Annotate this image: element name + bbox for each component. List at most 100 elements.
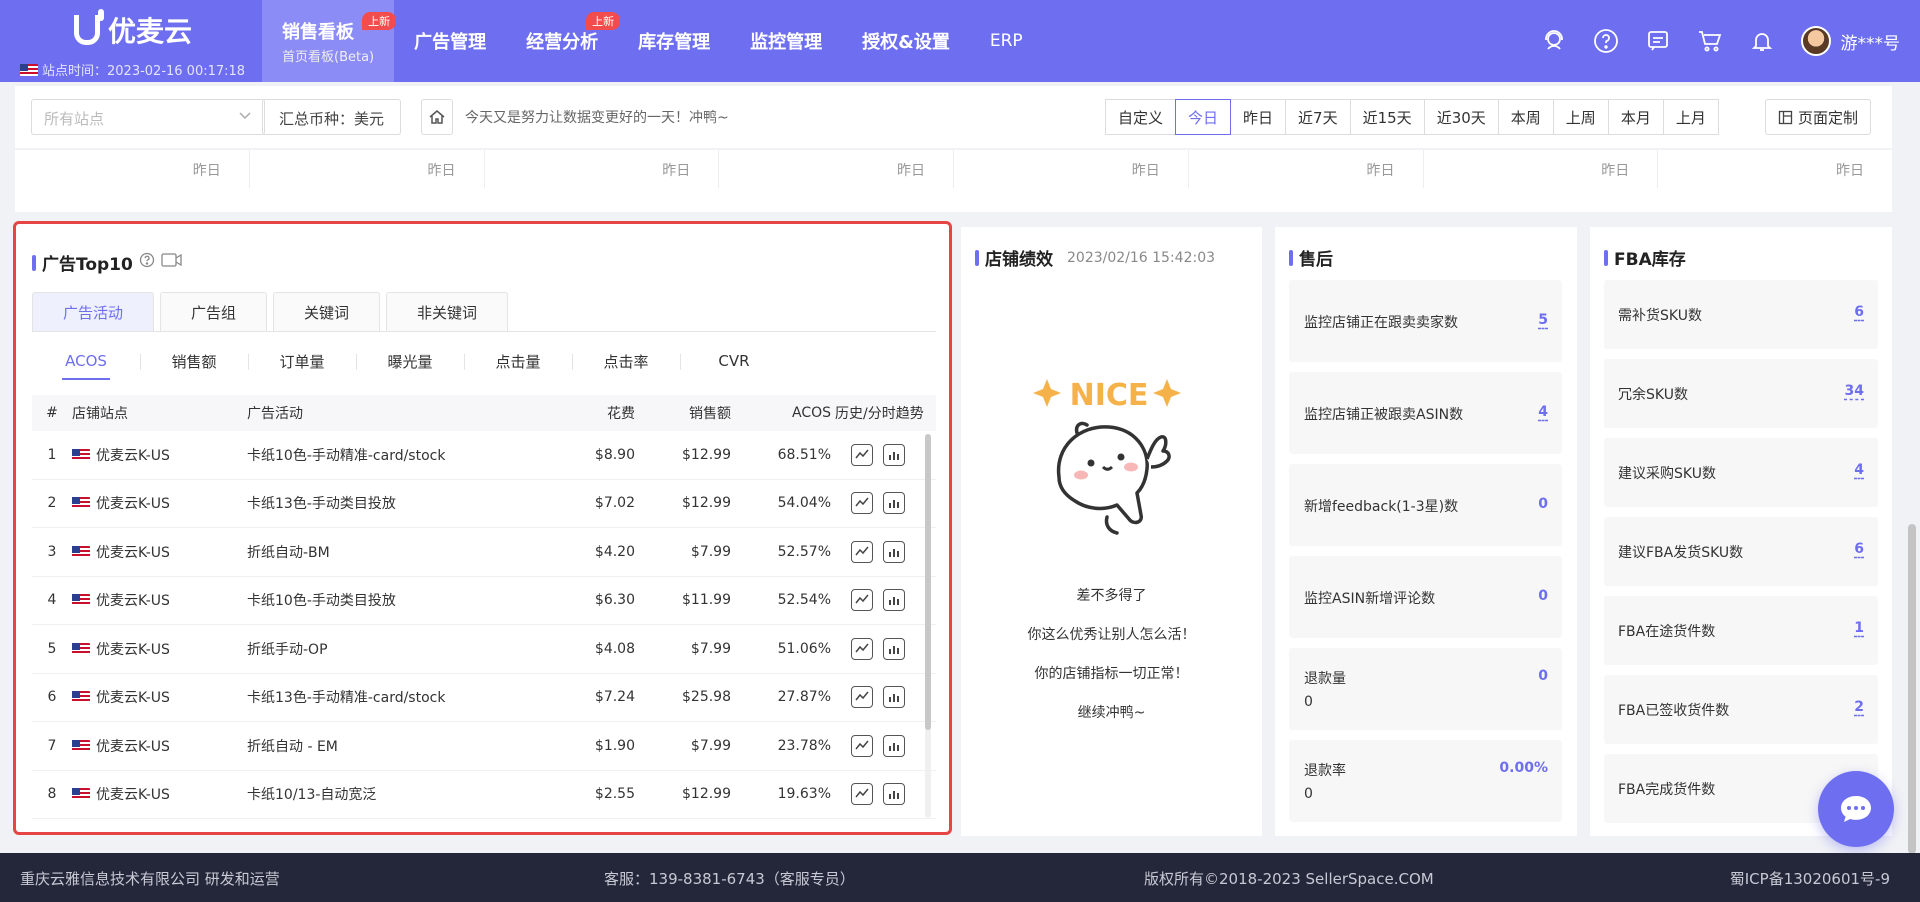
nav-sales-board[interactable]: 销售看板 首页看板(Beta) 上新	[262, 0, 397, 82]
footer-icp[interactable]: 蜀ICP备13020601号-9	[1730, 868, 1890, 889]
bar-chart-icon[interactable]	[883, 686, 905, 709]
currency-selector[interactable]: 汇总币种：美元	[262, 99, 402, 135]
after-sales-card[interactable]: 新增feedback(1-3星)数 0	[1289, 464, 1562, 546]
row-campaign[interactable]: 卡纸10色-手动类目投放	[247, 590, 547, 610]
table-row[interactable]: 8 优麦云K-US 卡纸10/13-自动宽泛 $2.55 $12.99 19.63%	[32, 771, 936, 819]
card-value[interactable]: 6	[1854, 541, 1864, 557]
after-sales-card[interactable]: 退款率 0.00% 0	[1289, 740, 1562, 822]
help-icon[interactable]	[139, 252, 155, 273]
card-value[interactable]: 34	[1845, 383, 1864, 399]
fba-card[interactable]: FBA已签收货件数 2	[1604, 675, 1878, 744]
cart-icon[interactable]	[1697, 28, 1723, 54]
row-campaign[interactable]: 卡纸10色-手动精准-card/stock	[247, 445, 547, 465]
table-row[interactable]: 6 优麦云K-US 卡纸13色-手动精准-card/stock $7.24 $25.98…	[32, 674, 936, 722]
user-menu[interactable]: 游***号	[1800, 26, 1900, 56]
after-sales-card[interactable]: 监控ASIN新增评论数 0	[1289, 556, 1562, 638]
help-icon[interactable]	[1593, 28, 1619, 54]
table-row[interactable]: 1 优麦云K-US 卡纸10色-手动精准-card/stock $8.90 $12.99…	[32, 431, 936, 480]
range-last-month[interactable]: 上月	[1662, 99, 1719, 135]
row-campaign[interactable]: 卡纸10/13-自动宽泛	[247, 784, 547, 804]
table-row[interactable]: 4 优麦云K-US 卡纸10色-手动类目投放 $6.30 $11.99 52.54%	[32, 577, 936, 625]
site-select[interactable]: 所有站点	[31, 99, 265, 135]
card-value[interactable]: 1	[1854, 620, 1864, 636]
bar-chart-icon[interactable]	[883, 492, 905, 515]
range-yesterday[interactable]: 昨日	[1230, 99, 1287, 135]
range-custom[interactable]: 自定义	[1105, 99, 1177, 135]
line-chart-icon[interactable]	[851, 589, 873, 612]
table-row[interactable]: 3 优麦云K-US 折纸自动-BM $4.20 $7.99 52.57%	[32, 528, 936, 577]
bar-chart-icon[interactable]	[883, 589, 905, 612]
metric-ctr[interactable]: 点击率	[572, 342, 680, 380]
line-chart-icon[interactable]	[851, 443, 873, 466]
card-value[interactable]: 2	[1854, 699, 1864, 715]
range-7days[interactable]: 近7天	[1285, 99, 1351, 135]
card-value[interactable]: 4	[1854, 462, 1864, 478]
video-icon[interactable]	[161, 252, 183, 273]
range-this-month[interactable]: 本月	[1607, 99, 1664, 135]
table-row[interactable]: 2 优麦云K-US 卡纸13色-手动类目投放 $7.02 $12.99 54.04%	[32, 480, 936, 528]
metric-sales[interactable]: 销售额	[140, 342, 248, 380]
card-value[interactable]: 4	[1538, 404, 1548, 420]
home-icon[interactable]	[421, 99, 453, 135]
range-today[interactable]: 今日	[1175, 99, 1232, 135]
row-campaign[interactable]: 折纸自动 - EM	[247, 736, 547, 756]
nav-auth-settings[interactable]: 授权&设置	[842, 0, 970, 82]
logo[interactable]: 优麦云	[74, 9, 260, 50]
table-row[interactable]: 5 优麦云K-US 折纸手动-OP $4.08 $7.99 51.06%	[32, 625, 936, 674]
line-chart-icon[interactable]	[851, 686, 873, 709]
fba-card[interactable]: 建议采购SKU数 4	[1604, 438, 1878, 507]
bar-chart-icon[interactable]	[883, 783, 905, 806]
nav-erp[interactable]: ERP	[970, 0, 1043, 82]
row-campaign[interactable]: 折纸手动-OP	[247, 639, 547, 659]
chat-button[interactable]	[1818, 771, 1894, 847]
line-chart-icon[interactable]	[851, 783, 873, 806]
after-sales-card[interactable]: 监控店铺正在跟卖卖家数 5	[1289, 280, 1562, 362]
customer-service-icon[interactable]	[1541, 28, 1567, 54]
after-sales-card[interactable]: 监控店铺正被跟卖ASIN数 4	[1289, 372, 1562, 454]
nav-inventory[interactable]: 库存管理	[618, 0, 730, 82]
bar-chart-icon[interactable]	[883, 540, 905, 563]
tab-non-keywords[interactable]: 非关键词	[386, 292, 509, 332]
range-15days[interactable]: 近15天	[1349, 99, 1425, 135]
nav-business-analysis[interactable]: 经营分析 上新	[506, 0, 621, 82]
table-row[interactable]: 7 优麦云K-US 折纸自动 - EM $1.90 $7.99 23.78%	[32, 722, 936, 771]
row-campaign[interactable]: 折纸自动-BM	[247, 542, 547, 562]
fba-card[interactable]: 建议FBA发货SKU数 6	[1604, 517, 1878, 586]
bar-chart-icon[interactable]	[883, 734, 905, 757]
bell-icon[interactable]	[1749, 28, 1775, 54]
tab-ad-groups[interactable]: 广告组	[160, 292, 268, 332]
footer-copyright[interactable]: 版权所有©2018-2023 SellerSpace.COM	[1144, 868, 1434, 889]
line-chart-icon[interactable]	[851, 540, 873, 563]
line-chart-icon[interactable]	[851, 637, 873, 660]
fba-card[interactable]: 冗余SKU数 34	[1604, 359, 1878, 428]
scrollbar-thumb[interactable]	[1908, 524, 1916, 854]
metric-orders[interactable]: 订单量	[248, 342, 356, 380]
fba-card[interactable]: FBA在途货件数 1	[1604, 596, 1878, 665]
range-last-week[interactable]: 上周	[1552, 99, 1609, 135]
customize-page-button[interactable]: 页面定制	[1765, 99, 1872, 135]
line-chart-icon[interactable]	[851, 734, 873, 757]
bar-chart-icon[interactable]	[883, 637, 905, 660]
metric-acos[interactable]: ACOS	[32, 342, 140, 380]
range-30days[interactable]: 近30天	[1423, 99, 1499, 135]
card-value[interactable]: 6	[1854, 304, 1864, 320]
nav-monitoring[interactable]: 监控管理	[730, 0, 842, 82]
metric-cvr[interactable]: CVR	[680, 342, 788, 380]
nav-ad-management[interactable]: 广告管理	[394, 0, 506, 82]
after-sales-card[interactable]: 退款量 0 0	[1289, 648, 1562, 730]
tab-keywords[interactable]: 关键词	[273, 292, 381, 332]
card-value[interactable]: 5	[1538, 312, 1548, 328]
row-campaign[interactable]: 卡纸13色-手动精准-card/stock	[247, 687, 547, 707]
bar-chart-icon[interactable]	[883, 443, 905, 466]
range-this-week[interactable]: 本周	[1497, 99, 1554, 135]
tab-campaigns[interactable]: 广告活动	[32, 292, 155, 332]
scrollbar-thumb[interactable]	[925, 434, 931, 730]
page-scrollbar[interactable]	[1906, 84, 1918, 854]
metric-clicks[interactable]: 点击量	[464, 342, 572, 380]
fba-card[interactable]: 需补货SKU数 6	[1604, 280, 1878, 349]
message-icon[interactable]	[1645, 28, 1671, 54]
metric-impressions[interactable]: 曝光量	[356, 342, 464, 380]
table-scrollbar[interactable]	[925, 434, 931, 818]
row-campaign[interactable]: 卡纸13色-手动类目投放	[247, 493, 547, 513]
line-chart-icon[interactable]	[851, 492, 873, 515]
